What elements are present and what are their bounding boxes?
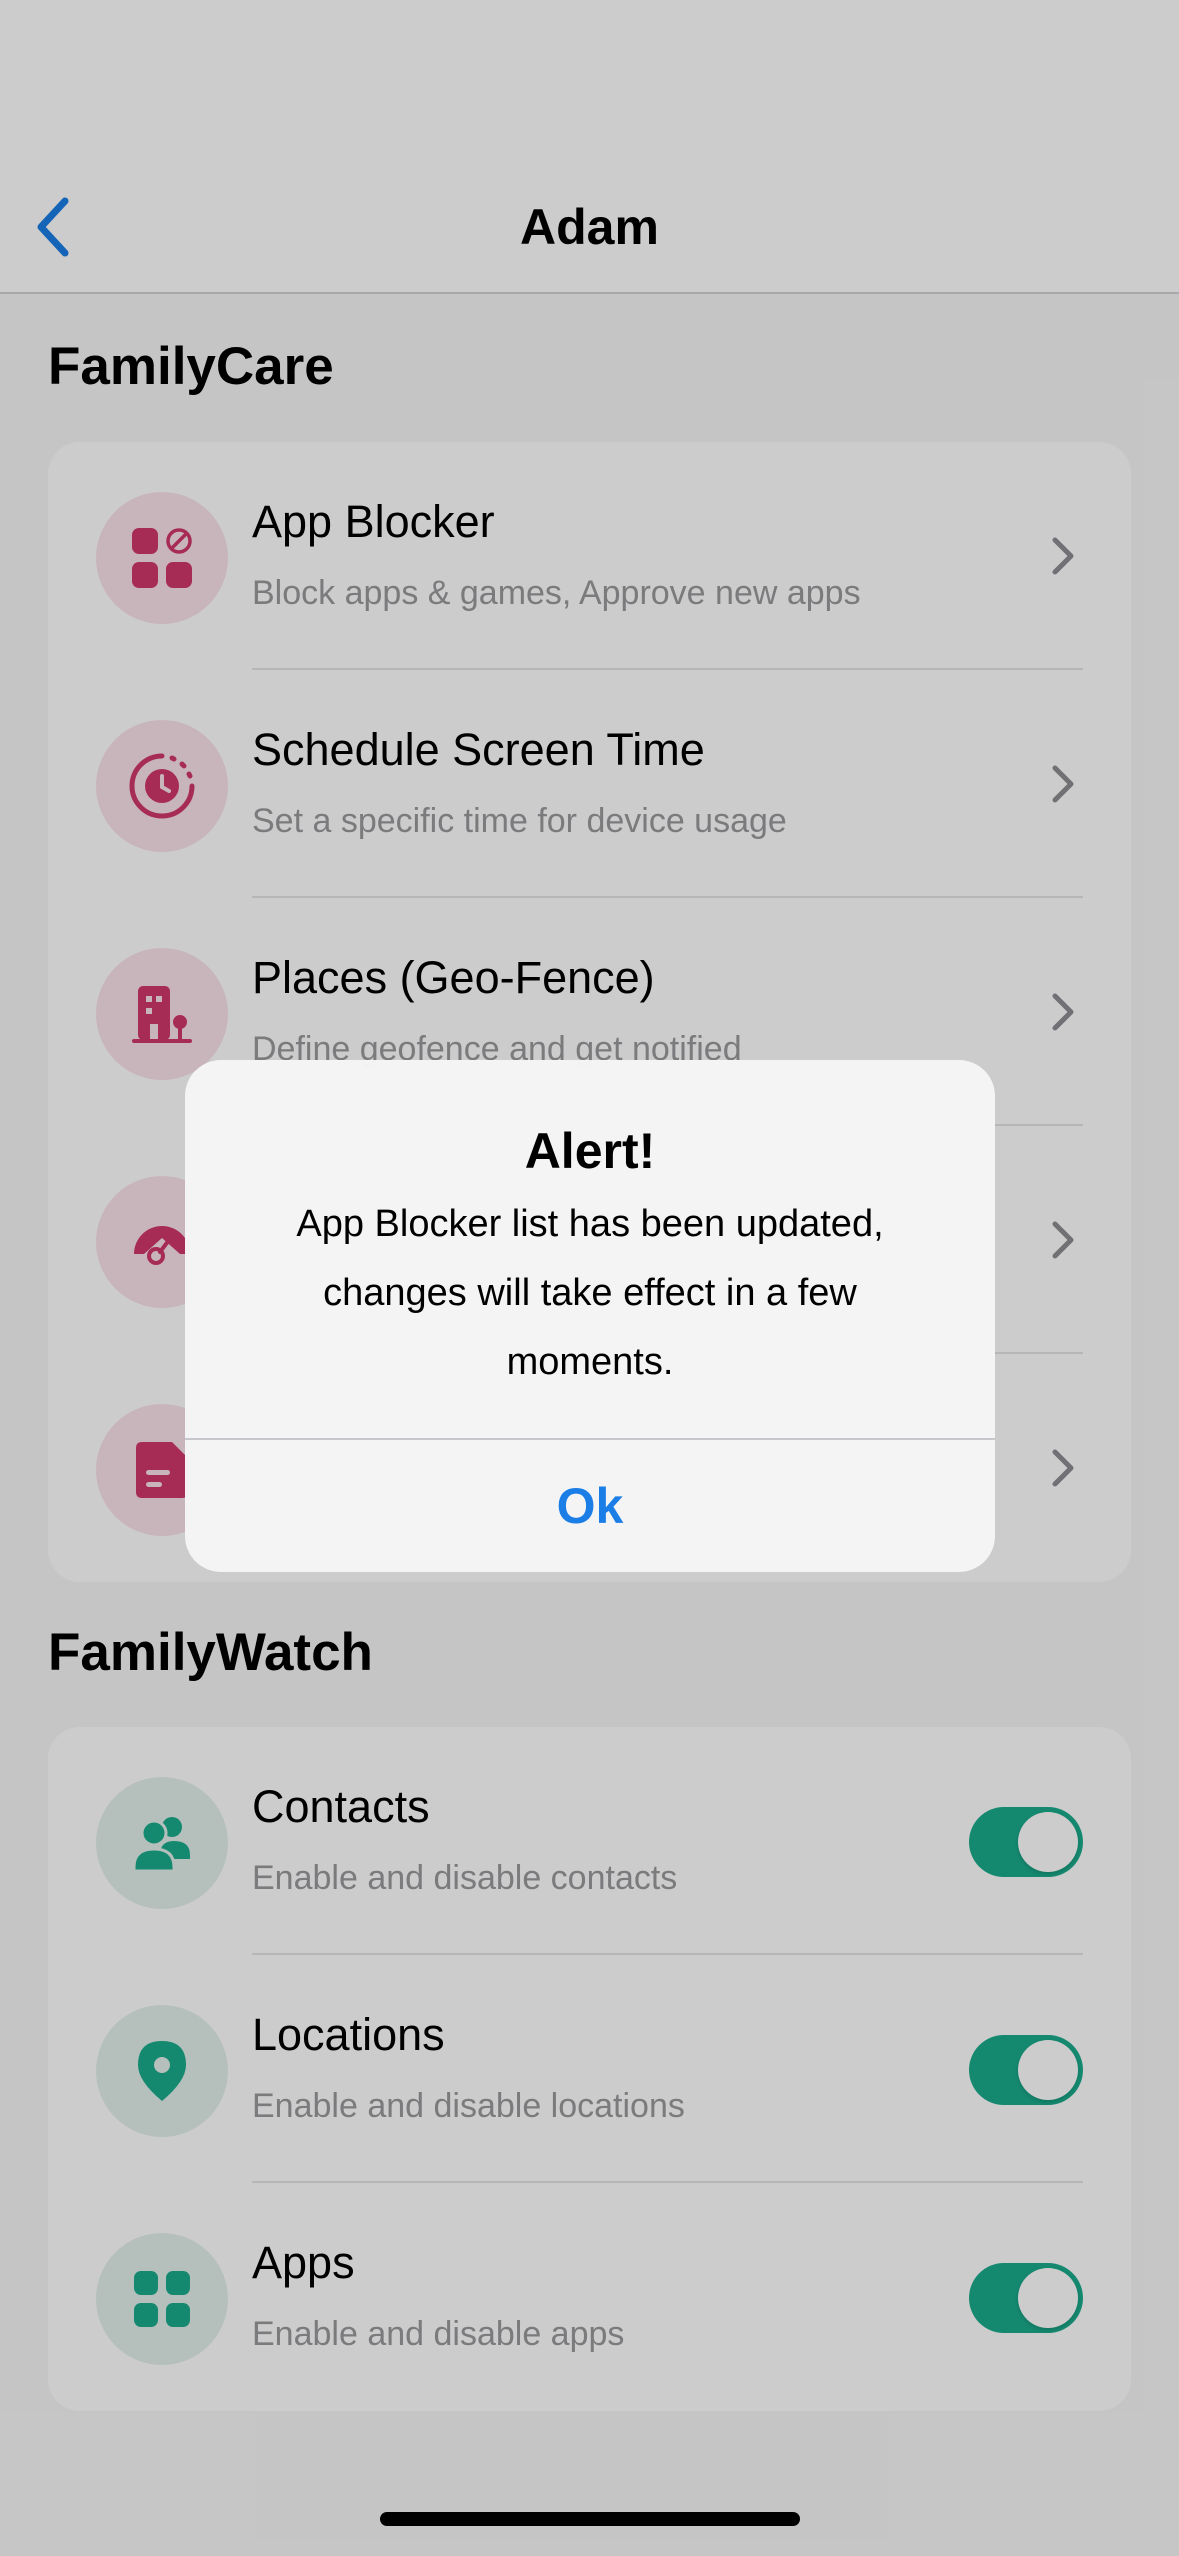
- alert-dialog: Alert! App Blocker list has been updated…: [185, 1060, 995, 1572]
- alert-title: Alert!: [524, 1123, 656, 1179]
- screen: Adam FamilyCare App Blocker Block apps &…: [0, 0, 1179, 2556]
- ok-button[interactable]: Ok: [185, 1440, 995, 1572]
- alert-message: App Blocker list has been updated, chang…: [296, 1203, 884, 1383]
